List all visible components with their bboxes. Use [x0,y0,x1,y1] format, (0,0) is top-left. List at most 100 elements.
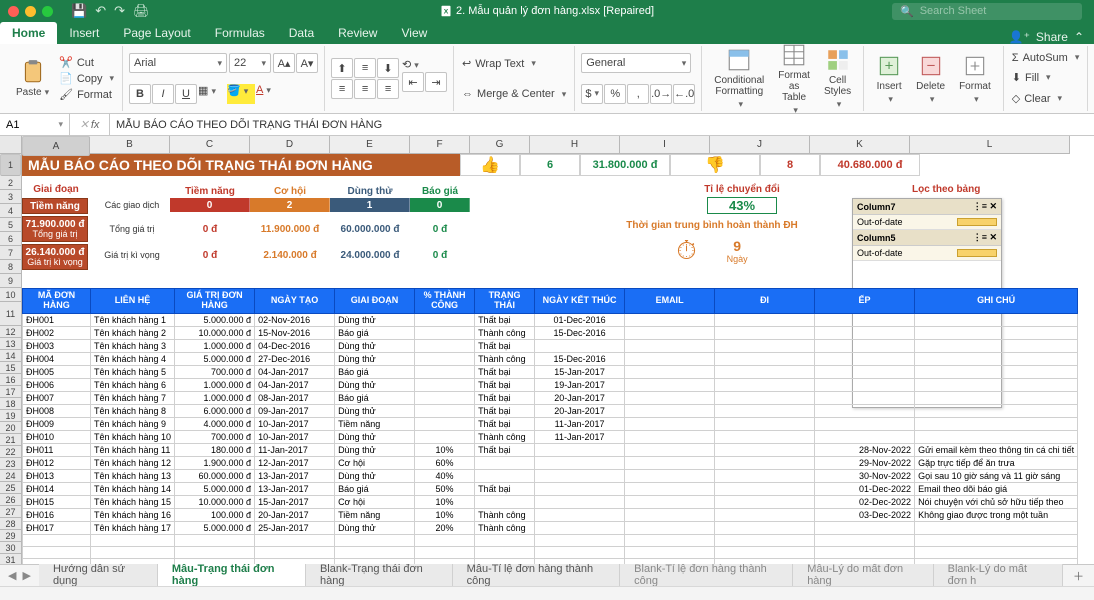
table-cell[interactable] [91,546,175,558]
table-cell[interactable] [625,469,715,482]
conditional-formatting-button[interactable]: Conditional Formatting [708,45,770,112]
table-cell[interactable]: Thất bại [475,417,535,430]
table-cell[interactable] [415,391,475,404]
table-cell[interactable]: 1.000.000 đ [175,378,255,391]
align-bottom-button[interactable]: ⬇ [377,58,399,78]
delete-cells-button[interactable]: −Delete [910,51,951,107]
table-cell[interactable] [415,430,475,443]
table-cell[interactable]: 15-Nov-2016 [255,326,335,339]
table-cell[interactable] [715,534,815,546]
table-cell[interactable]: 5.000.000 đ [175,482,255,495]
table-cell[interactable]: ĐH014 [23,482,91,495]
table-cell[interactable]: ĐH008 [23,404,91,417]
table-header[interactable]: ĐI [715,289,815,314]
table-cell[interactable]: Tên khách hàng 8 [91,404,175,417]
row-header-17[interactable]: 17 [0,386,21,398]
table-cell[interactable] [815,352,915,365]
table-cell[interactable]: Thành công [475,326,535,339]
row-header-20[interactable]: 20 [0,422,21,434]
table-cell[interactable]: ĐH011 [23,443,91,456]
table-cell[interactable] [475,558,535,564]
bold-button[interactable]: B [129,84,151,104]
table-cell[interactable]: 5.000.000 đ [175,521,255,534]
table-cell[interactable]: ĐH012 [23,456,91,469]
row-header-19[interactable]: 19 [0,410,21,422]
column-header-I[interactable]: I [620,136,710,153]
table-cell[interactable]: 700.000 đ [175,430,255,443]
table-cell[interactable]: 20-Jan-2017 [535,404,625,417]
percent-button[interactable]: % [604,84,626,104]
table-cell[interactable] [415,326,475,339]
italic-button[interactable]: I [152,84,174,104]
table-cell[interactable]: Tên khách hàng 11 [91,443,175,456]
insert-cells-button[interactable]: +Insert [870,51,908,107]
table-cell[interactable]: Thành công [475,430,535,443]
table-cell[interactable] [815,534,915,546]
table-cell[interactable] [175,558,255,564]
table-cell[interactable]: 04-Jan-2017 [255,378,335,391]
table-cell[interactable] [915,558,1078,564]
table-cell[interactable]: 11-Jan-2017 [535,417,625,430]
row-header-11[interactable]: 11 [0,302,21,326]
table-cell[interactable]: 100.000 đ [175,508,255,521]
column-header-B[interactable]: B [90,136,170,153]
orientation-button[interactable]: ⟲ [402,58,430,71]
table-cell[interactable] [625,391,715,404]
column-header-J[interactable]: J [710,136,810,153]
table-cell[interactable]: 10-Jan-2017 [255,430,335,443]
close-window-icon[interactable] [8,6,19,17]
row-header-16[interactable]: 16 [0,374,21,386]
table-cell[interactable] [335,546,415,558]
table-cell[interactable] [625,430,715,443]
table-header[interactable]: NGÀY KẾT THÚC [535,289,625,314]
table-cell[interactable]: Dùng thử [335,521,415,534]
cancel-icon[interactable]: ✕ [80,118,89,131]
currency-button[interactable]: $ [581,84,603,104]
table-cell[interactable]: Dùng thử [335,404,415,417]
table-cell[interactable]: Nói chuyện với chủ sở hữu tiếp theo [915,495,1078,508]
table-row[interactable] [23,558,1078,564]
table-cell[interactable]: 60.000.000 đ [175,469,255,482]
table-cell[interactable] [715,313,815,326]
table-cell[interactable]: 12-Jan-2017 [255,456,335,469]
table-cell[interactable]: 5.000.000 đ [175,313,255,326]
table-cell[interactable]: Tên khách hàng 14 [91,482,175,495]
table-cell[interactable]: Thành công [475,352,535,365]
row-header-31[interactable]: 31 [0,554,21,564]
table-row[interactable]: ĐH002Tên khách hàng 210.000.000 đ15-Nov-… [23,326,1078,339]
row-header-14[interactable]: 14 [0,350,21,362]
column-header-C[interactable]: C [170,136,250,153]
table-row[interactable]: ĐH003Tên khách hàng 31.000.000 đ04-Dec-2… [23,339,1078,352]
table-cell[interactable] [475,456,535,469]
decrease-font-button[interactable]: A▾ [296,53,318,73]
table-cell[interactable]: Dùng thử [335,352,415,365]
table-cell[interactable]: Tiềm năng [335,417,415,430]
add-sheet-button[interactable]: ＋ [1063,568,1094,584]
row-header-1[interactable]: 1 [0,154,21,176]
table-cell[interactable] [915,326,1078,339]
table-cell[interactable]: 15-Dec-2016 [535,352,625,365]
tab-scroll-right-button[interactable]: ▶ [20,569,32,582]
column-header-A[interactable]: A [22,136,90,156]
column-header-H[interactable]: H [530,136,620,153]
format-cells-button[interactable]: Format [953,51,997,107]
table-cell[interactable]: 10% [415,508,475,521]
row-header-12[interactable]: 12 [0,326,21,338]
table-cell[interactable] [255,546,335,558]
fx-button[interactable]: ✕ fx [70,114,110,135]
row-header-23[interactable]: 23 [0,458,21,470]
table-cell[interactable] [625,456,715,469]
table-header[interactable]: NGÀY TẠO [255,289,335,314]
table-cell[interactable] [815,365,915,378]
table-cell[interactable]: 15-Jan-2017 [255,495,335,508]
table-cell[interactable] [475,546,535,558]
table-cell[interactable] [625,352,715,365]
table-cell[interactable] [715,365,815,378]
table-cell[interactable]: ĐH007 [23,391,91,404]
table-cell[interactable] [415,534,475,546]
table-cell[interactable] [535,495,625,508]
table-cell[interactable] [625,313,715,326]
table-cell[interactable]: Thất bại [475,339,535,352]
table-cell[interactable]: Thất bại [475,404,535,417]
table-cell[interactable] [535,339,625,352]
